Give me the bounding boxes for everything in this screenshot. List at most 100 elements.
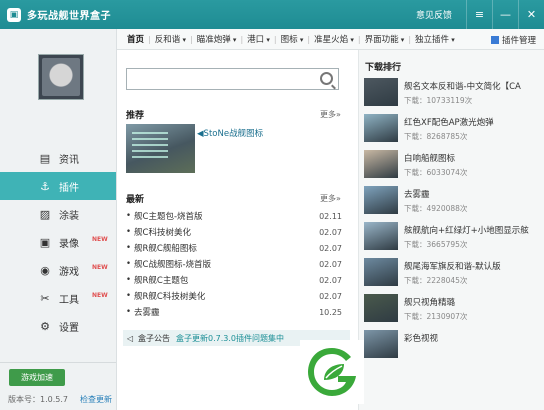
sidebar-menu: ▤ 资讯 ⚓ 插件 ▨ 涂装 ▣ 录像 NEW ◉ 游戏 NEW ✂ 工具 NEW ⚙ 设置	[0, 144, 116, 340]
download-item[interactable]: 红色XF配色AP激光炮弹 下载：8268785次	[364, 114, 544, 149]
download-item[interactable]: 舰只视角精璐 下载：2130907次	[364, 294, 544, 329]
download-item[interactable]: 白响船舰图标 下载：6033074次	[364, 150, 544, 185]
download-thumbnail	[364, 150, 398, 178]
nav-tab[interactable]: 独立插件 ▾	[415, 33, 455, 45]
news-title: 去雾霾	[134, 308, 160, 318]
sidebar-item[interactable]: ▣ 录像 NEW	[0, 228, 116, 256]
sidebar-item[interactable]: ✂ 工具 NEW	[0, 284, 116, 312]
search-icon[interactable]	[320, 72, 333, 85]
news-date: 02.07	[319, 243, 342, 253]
download-item[interactable]: 去雾霾 下载：4920088次	[364, 186, 544, 221]
nav-separator: |	[408, 34, 412, 44]
avatar[interactable]	[38, 54, 84, 100]
news-row[interactable]: • 舰C主题包-烧首版 02.11	[126, 208, 342, 224]
chevron-down-icon: ▾	[449, 36, 455, 44]
news-title: 舰R舰C舰船图标	[134, 244, 197, 254]
news-row[interactable]: • 去雾霾 10.25	[126, 304, 342, 320]
download-item[interactable]: 彩色视视	[364, 330, 544, 365]
nav-tab-label: 准星火焰	[314, 35, 349, 45]
download-text: 舷舰航向+红绿灯+小地图显示舷 下载：3665795次	[404, 222, 544, 250]
news-row[interactable]: • 舰R舰C科技树美化 02.07	[126, 288, 342, 304]
nav-tab[interactable]: 图标 ▾	[281, 33, 304, 45]
speed-button-label: 游戏加速	[21, 373, 53, 382]
new-badge: NEW	[92, 264, 108, 271]
nav-tab[interactable]: 反和谐 ▾	[155, 33, 186, 45]
nav-tab-label: 界面功能	[364, 35, 399, 45]
sidebar-item[interactable]: ▨ 涂装	[0, 200, 116, 228]
bullet-icon: •	[126, 259, 132, 269]
news-row[interactable]: • 舰C科技树美化 02.07	[126, 224, 342, 240]
check-update-link[interactable]: 检查更新	[80, 394, 112, 405]
nav-tab[interactable]: 港口 ▾	[247, 33, 270, 45]
download-item[interactable]: 舷舰航向+红绿灯+小地图显示舷 下载：3665795次	[364, 222, 544, 257]
chevron-down-icon: ▾	[348, 36, 354, 44]
nav-tab[interactable]: 准星火焰 ▾	[314, 33, 354, 45]
news-row[interactable]: • 舰R舰C主题包 02.07	[126, 272, 342, 288]
bullet-icon: •	[126, 211, 132, 221]
news-date: 10.25	[319, 307, 342, 317]
download-item[interactable]: 舰尾海军旗反和谐-默认版 下载：2228045次	[364, 258, 544, 293]
news-date: 02.11	[319, 211, 342, 221]
download-thumbnail	[364, 222, 398, 250]
download-thumbnail	[364, 330, 398, 358]
recommend-title: 推荐	[126, 111, 145, 121]
download-count: 下载：2130907次	[404, 312, 468, 321]
sidebar-item[interactable]: ⚙ 设置	[0, 312, 116, 340]
sidebar-item-label: 设置	[59, 322, 79, 334]
recommend-thumbnail[interactable]	[126, 124, 195, 173]
nav-separator: |	[307, 34, 311, 44]
bullet-icon: •	[126, 307, 132, 317]
top-nav: 首页 | 反和谐 ▾ | 瞄准炮弹 ▾ | 港口 ▾ | 图标 ▾ | 准星火焰 ▾ | 界面功能 ▾ |…	[117, 29, 544, 50]
notice-label: 盒子公告	[138, 333, 170, 343]
latest-more-link[interactable]: 更多»	[320, 193, 341, 204]
notice-message[interactable]: 盒子更新0.7.3.0插件问题集中	[176, 333, 284, 344]
news-date: 02.07	[319, 291, 342, 301]
download-name: 白响船舰图标	[404, 154, 456, 164]
nav-separator: |	[189, 34, 193, 44]
download-name: 舷舰航向+红绿灯+小地图显示舷	[404, 226, 529, 236]
game-speed-button[interactable]: 游戏加速	[9, 369, 65, 386]
download-count: 下载：8268785次	[404, 132, 468, 141]
plugin-manager-button[interactable]: 插件管理	[490, 34, 536, 46]
sidebar-item-label: 录像	[59, 238, 79, 250]
news-title: 舰C战舰图标-烧首版	[134, 260, 212, 270]
recommend-item-link[interactable]: ◀StoNe战舰图标	[197, 127, 263, 139]
bullet-icon: •	[126, 275, 132, 285]
sidebar-item[interactable]: ▤ 资讯	[0, 144, 116, 172]
new-badge: NEW	[92, 292, 108, 299]
divider	[0, 362, 116, 363]
search-input[interactable]	[126, 68, 339, 90]
latest-title: 最新	[126, 195, 145, 205]
nav-tab-label: 瞄准炮弹	[196, 35, 231, 45]
news-date: 02.07	[319, 275, 342, 285]
nav-separator: |	[357, 34, 361, 44]
sidebar-item[interactable]: ◉ 游戏 NEW	[0, 256, 116, 284]
download-item[interactable]: 舰名文本反和谐-中文简化【CA 下载：10733119次	[364, 78, 544, 113]
nav-tab[interactable]: 界面功能 ▾	[365, 33, 405, 45]
nav-tab[interactable]: 瞄准炮弹 ▾	[197, 33, 237, 45]
sidebar-item-label: 工具	[59, 294, 79, 306]
close-icon[interactable]: ✕	[518, 0, 544, 29]
news-row[interactable]: • 舰R舰C舰船图标 02.07	[126, 240, 342, 256]
video-icon: ▣	[39, 235, 51, 249]
download-count: 下载：2228045次	[404, 276, 468, 285]
news-title: 舰R舰C主题包	[134, 276, 189, 286]
download-name: 舰名文本反和谐-中文简化【CA	[404, 82, 521, 92]
download-text: 红色XF配色AP激光炮弹 下载：8268785次	[404, 114, 544, 142]
feedback-link[interactable]: 意见反馈	[416, 8, 452, 21]
download-name: 彩色视视	[404, 334, 439, 344]
download-text: 白响船舰图标 下载：6033074次	[404, 150, 544, 178]
nav-tab-label: 反和谐	[154, 35, 181, 45]
download-name: 舰尾海军旗反和谐-默认版	[404, 262, 501, 272]
bullet-icon: •	[126, 291, 132, 301]
version-label: 版本号：1.0.5.7	[8, 395, 68, 404]
download-count: 下载：3665795次	[404, 240, 468, 249]
recommend-more-link[interactable]: 更多»	[320, 109, 341, 120]
download-thumbnail	[364, 114, 398, 142]
nav-tab[interactable]: 首页	[127, 33, 144, 45]
sidebar-item[interactable]: ⚓ 插件	[0, 172, 116, 200]
menu-icon[interactable]: ≡	[466, 0, 492, 29]
news-row[interactable]: • 舰C战舰图标-烧首版 02.07	[126, 256, 342, 272]
minimize-icon[interactable]: —	[492, 0, 518, 29]
download-count: 下载：4920088次	[404, 204, 468, 213]
